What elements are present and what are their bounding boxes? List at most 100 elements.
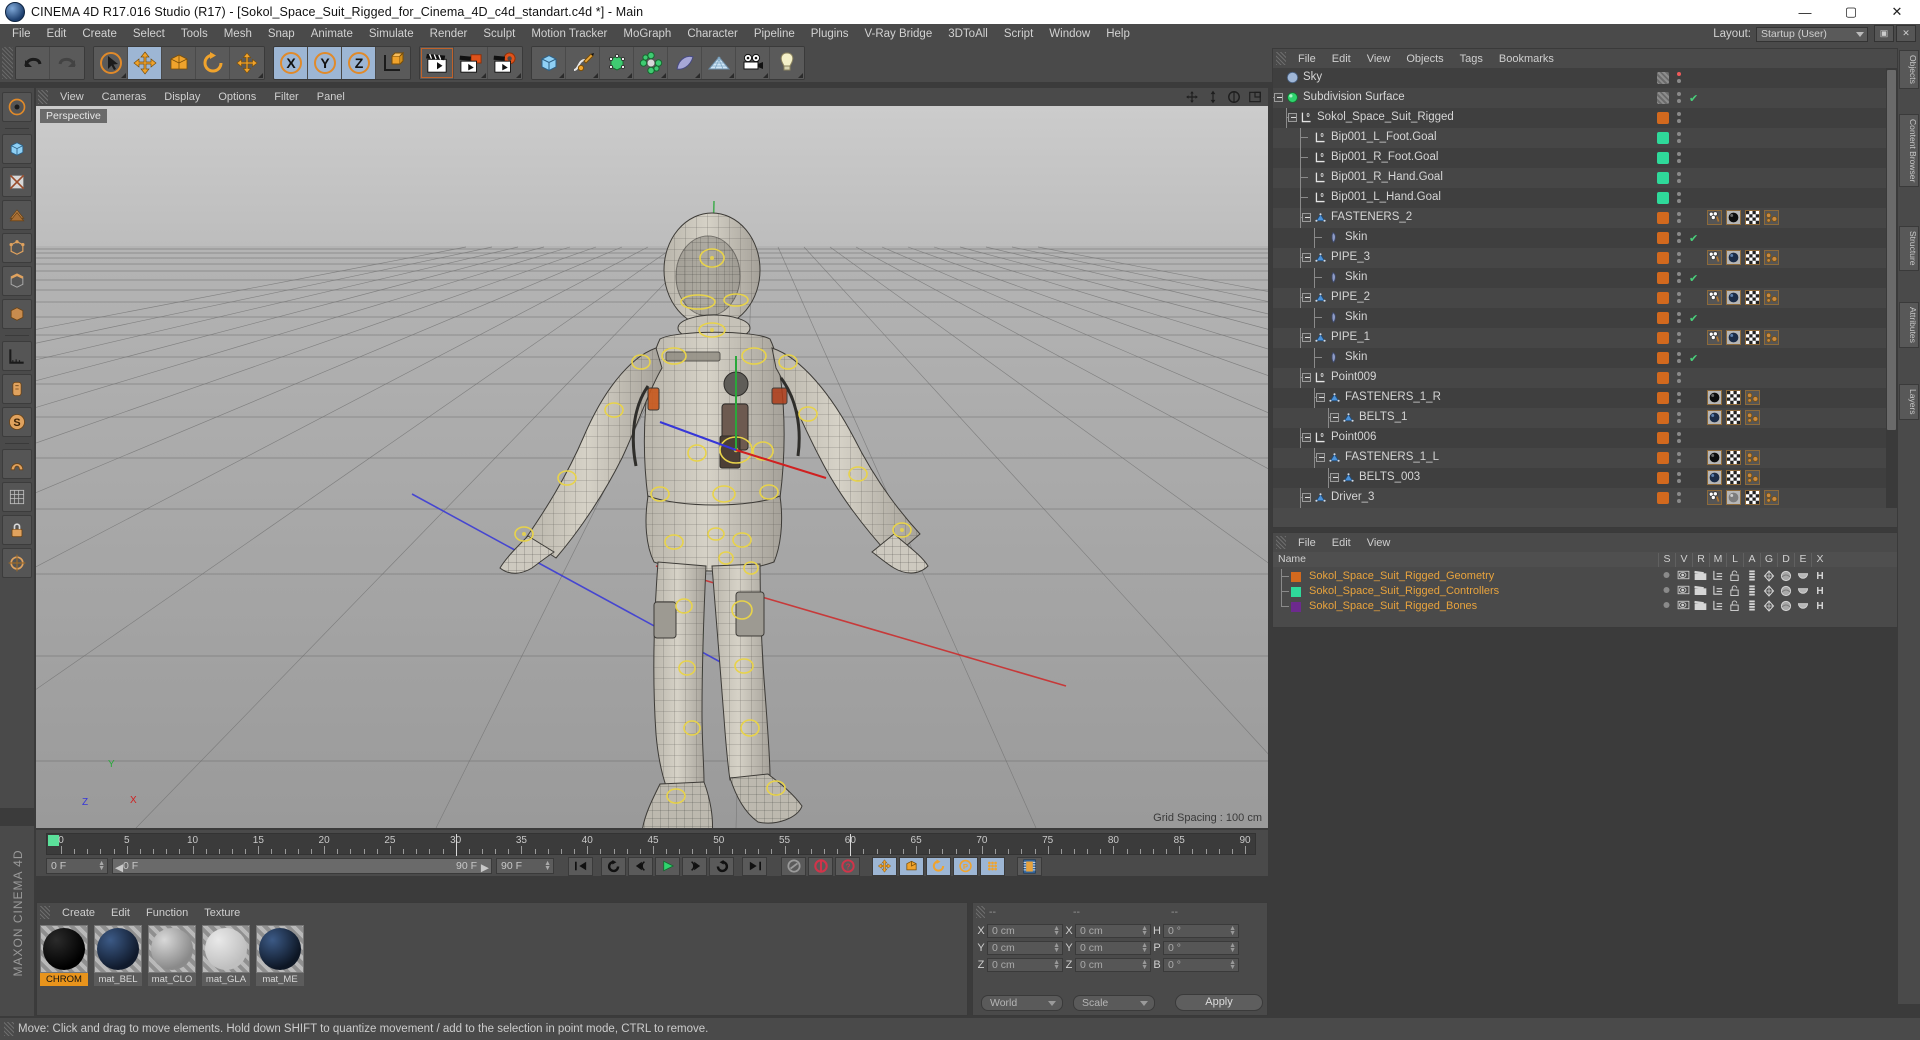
object-row-columns[interactable] [1655, 328, 1895, 348]
lock-y-axis-button[interactable]: Y [308, 47, 342, 79]
expand-collapse-icon[interactable] [1274, 93, 1283, 102]
material-preview[interactable] [40, 925, 88, 973]
layer-eye-icon[interactable] [1675, 570, 1692, 583]
tool-flyout-corner[interactable] [593, 73, 598, 78]
viewport-menu-display[interactable]: Display [155, 91, 209, 103]
size-y-field[interactable]: 0 cm ▲ ▼ [1075, 941, 1151, 955]
expand-collapse-icon[interactable] [1316, 393, 1325, 402]
tag-uvw[interactable] [1745, 330, 1760, 345]
layer-generator-icon[interactable] [1760, 600, 1777, 613]
layer-col-X[interactable]: X [1811, 553, 1828, 567]
close-button[interactable]: ✕ [1874, 0, 1920, 24]
texture-mode-button[interactable] [2, 167, 32, 197]
object-row-columns[interactable] [1655, 448, 1895, 468]
objmgr-menu-objects[interactable]: Objects [1398, 53, 1451, 65]
menu-item-simulate[interactable]: Simulate [361, 24, 422, 44]
tag-uvw[interactable] [1726, 390, 1741, 405]
object-color-swatch[interactable] [1657, 232, 1669, 244]
object-color-swatch[interactable] [1657, 492, 1669, 504]
layer-deformer-icon[interactable] [1777, 570, 1794, 583]
layer-generator-icon[interactable] [1760, 585, 1777, 598]
play-button[interactable] [655, 856, 680, 876]
tag-material-dark[interactable] [1726, 210, 1741, 225]
expand-collapse-icon[interactable] [1302, 433, 1311, 442]
object-tag-strip[interactable] [1707, 290, 1779, 305]
left-toolbar[interactable]: S [0, 88, 34, 808]
enabled-check-icon[interactable]: ✔ [1689, 352, 1698, 365]
go-to-start-button[interactable] [568, 856, 593, 876]
menu-item-pipeline[interactable]: Pipeline [746, 24, 803, 44]
layer-col-M[interactable]: M [1709, 553, 1726, 567]
menu-item-3dtoall[interactable]: 3DToAll [940, 24, 996, 44]
layer-manager-panel[interactable]: File Edit View Name S V R M L A G D E X Sokol_Space_… [1272, 532, 1898, 628]
object-row-columns[interactable] [1655, 128, 1895, 148]
object-manager-grip[interactable] [1276, 52, 1286, 65]
tool-flyout-corner[interactable] [481, 73, 486, 78]
layer-lock-icon[interactable] [1726, 600, 1743, 613]
object-row-columns[interactable]: ✔ [1655, 268, 1895, 288]
menu-item-v-ray-bridge[interactable]: V-Ray Bridge [856, 24, 940, 44]
maximize-button[interactable]: ▢ [1828, 0, 1874, 24]
object-visibility-dots[interactable] [1677, 232, 1683, 244]
tag-weight[interactable] [1707, 210, 1722, 225]
tag-selection[interactable] [1764, 330, 1779, 345]
coordinate-mode-dropdown[interactable]: Scale [1073, 995, 1155, 1011]
object-color-swatch[interactable] [1657, 112, 1669, 124]
tag-selection[interactable] [1745, 390, 1760, 405]
objmgr-menu-edit[interactable]: Edit [1324, 53, 1359, 65]
tag-selection[interactable] [1745, 450, 1760, 465]
object-row-columns[interactable]: ✔ [1655, 348, 1895, 368]
material-preview[interactable] [148, 925, 196, 973]
object-row[interactable]: 0 Bip001_R_Hand.Goal [1273, 168, 1897, 188]
menu-item-animate[interactable]: Animate [303, 24, 361, 44]
material-manager-panel[interactable]: Create Edit Function Texture CHROM mat_BEL ma… [36, 902, 968, 1016]
spinner-icon[interactable]: ▲ ▼ [1141, 942, 1148, 954]
layer-animation-icon[interactable] [1743, 585, 1760, 598]
window-controls[interactable]: — ▢ ✕ [1782, 0, 1920, 24]
menu-item-tools[interactable]: Tools [173, 24, 216, 44]
layer-col-E[interactable]: E [1794, 553, 1811, 567]
add-generator-button[interactable] [600, 47, 634, 79]
object-tree-scrollbar[interactable] [1886, 68, 1897, 508]
tag-weight[interactable] [1707, 330, 1722, 345]
position-y-field[interactable]: 0 cm ▲ ▼ [987, 941, 1063, 955]
object-row-columns[interactable] [1655, 168, 1895, 188]
object-row-columns[interactable] [1655, 248, 1895, 268]
tag-selection[interactable] [1764, 290, 1779, 305]
object-row[interactable]: Skin ✔ [1273, 348, 1897, 368]
layer-col-D[interactable]: D [1777, 553, 1794, 567]
coordinate-system-dropdown[interactable]: World [981, 995, 1063, 1011]
material-manager-grip[interactable] [40, 906, 50, 919]
object-visibility-dots[interactable] [1677, 392, 1683, 404]
object-row-columns[interactable] [1655, 368, 1895, 388]
object-visibility-dots[interactable] [1677, 372, 1683, 384]
object-row[interactable]: Skin ✔ [1273, 268, 1897, 288]
render-to-picture-viewer-button[interactable] [454, 47, 488, 79]
layer-deformer-icon[interactable] [1777, 600, 1794, 613]
object-color-swatch[interactable] [1657, 432, 1669, 444]
key-position-button[interactable] [872, 856, 897, 876]
object-row[interactable]: Sky [1273, 68, 1897, 88]
menu-item-sculpt[interactable]: Sculpt [475, 24, 523, 44]
tool-flyout-corner[interactable] [661, 73, 666, 78]
layer-col-R[interactable]: R [1692, 553, 1709, 567]
current-frame-field[interactable]: 0 F ▲ ▼ [46, 858, 108, 874]
object-row-columns[interactable]: ✔ [1655, 228, 1895, 248]
object-row-columns[interactable] [1655, 208, 1895, 228]
point-mode-button[interactable] [2, 233, 32, 263]
tag-uvw[interactable] [1745, 210, 1760, 225]
material-list[interactable]: CHROM mat_BEL mat_CLO mat_GLA mat_ME [40, 925, 304, 986]
toolbar-grip[interactable] [2, 47, 13, 79]
menu-item-edit[interactable]: Edit [39, 24, 75, 44]
object-visibility-dots[interactable] [1677, 152, 1683, 164]
tool-flyout-corner[interactable] [559, 73, 564, 78]
layer-expression-icon[interactable] [1794, 585, 1811, 598]
tag-material-blue[interactable] [1726, 250, 1741, 265]
measure-tool-button[interactable] [2, 341, 32, 371]
rotation-b-field[interactable]: 0 ° ▲ ▼ [1163, 958, 1239, 972]
material-name[interactable]: mat_GLA [202, 973, 250, 986]
tag-uvw[interactable] [1745, 250, 1760, 265]
layer-col-G[interactable]: G [1760, 553, 1777, 567]
object-visibility-dots[interactable] [1677, 312, 1683, 324]
layer-manager-menu[interactable]: File Edit View [1273, 533, 1897, 552]
